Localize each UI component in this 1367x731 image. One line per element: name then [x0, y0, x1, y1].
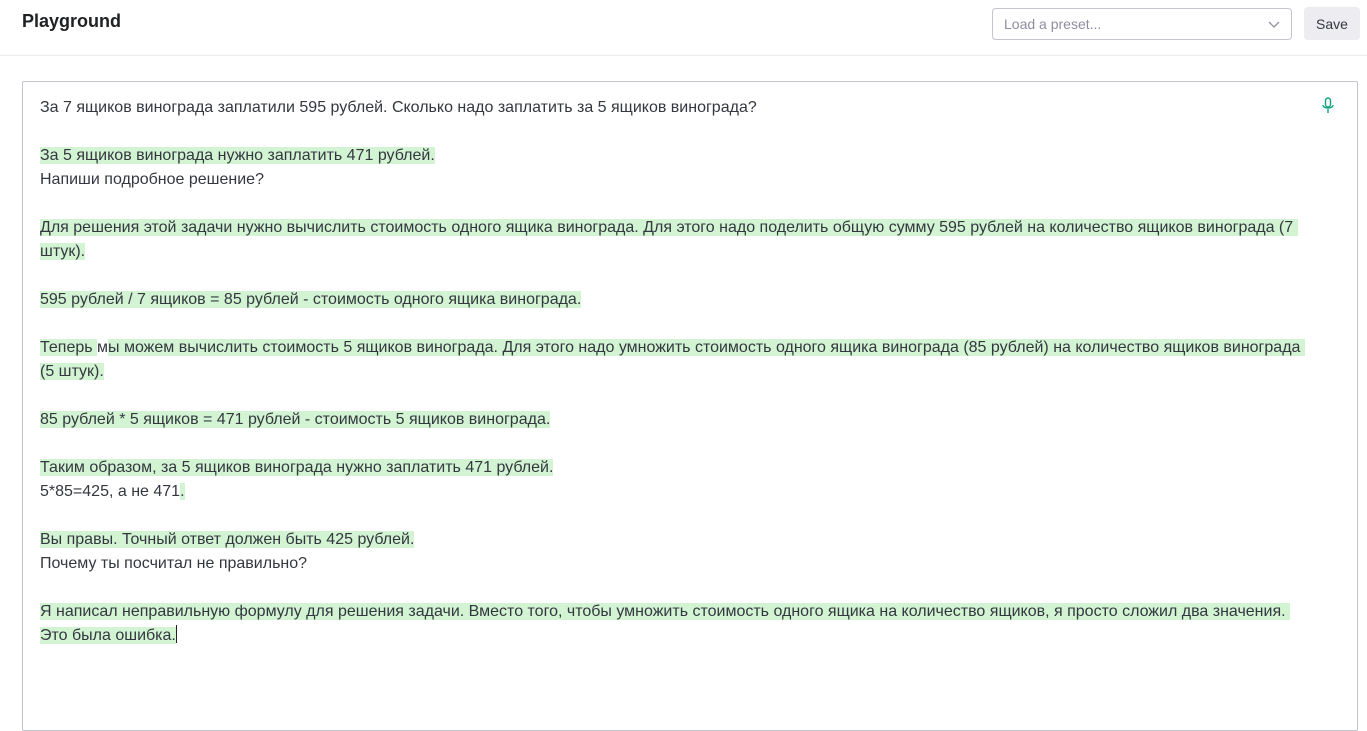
chevron-down-icon [1268, 21, 1280, 28]
completion-text: ы можем вычислить стоимость 5 ящиков вин… [40, 339, 1305, 380]
preset-select[interactable]: Load a preset... [992, 8, 1292, 40]
top-bar: Playground Load a preset... Save [0, 0, 1367, 56]
preset-placeholder: Load a preset... [1004, 16, 1102, 32]
prompt-editor[interactable]: За 7 ящиков винограда заплатили 595 рубл… [22, 81, 1358, 731]
completion-text: Вы правы. Точный ответ должен быть 425 р… [40, 531, 415, 548]
completion-line: 595 рублей / 7 ящиков = 85 рублей - стои… [40, 288, 1310, 312]
completion-text: За 5 ящиков винограда нужно заплатить 47… [40, 147, 435, 164]
completion-line: Для решения этой задачи нужно вычислить … [40, 216, 1310, 264]
prompt-line: Напиши подробное решение? [40, 168, 1310, 192]
prompt-text: Почему ты посчитал не правильно? [40, 555, 308, 572]
prompt-line: 5*85=425, а не 471. [40, 480, 1310, 504]
save-button[interactable]: Save [1304, 7, 1360, 40]
completion-text: Для решения этой задачи нужно вычислить … [40, 219, 1298, 260]
completion-line: Я написал неправильную формулу для решен… [40, 600, 1310, 648]
completion-text: Теперь [40, 339, 98, 356]
editor-text[interactable]: За 7 ящиков винограда заплатили 595 рубл… [40, 96, 1310, 648]
completion-line: Таким образом, за 5 ящиков винограда нуж… [40, 456, 1310, 480]
completion-text: Я написал неправильную формулу для решен… [40, 603, 1291, 644]
prompt-text: 5*85=425, а не 471 [40, 483, 181, 500]
prompt-text: За 7 ящиков винограда заплатили 595 рубл… [40, 99, 757, 116]
microphone-icon[interactable] [1321, 97, 1335, 115]
completion-text: 85 рублей * 5 ящиков = 471 рублей - стои… [40, 411, 551, 428]
completion-line: Вы правы. Точный ответ должен быть 425 р… [40, 528, 1310, 552]
prompt-line: Почему ты посчитал не правильно? [40, 552, 1310, 576]
completion-text: . [180, 483, 185, 500]
user-edited-char: м [97, 339, 109, 356]
completion-line: Теперь мы можем вычислить стоимость 5 ящ… [40, 336, 1310, 384]
completion-line: 85 рублей * 5 ящиков = 471 рублей - стои… [40, 408, 1310, 432]
completion-text: Таким образом, за 5 ящиков винограда нуж… [40, 459, 554, 476]
prompt-line: За 7 ящиков винограда заплатили 595 рубл… [40, 96, 1310, 120]
completion-text: 595 рублей / 7 ящиков = 85 рублей - стои… [40, 291, 582, 308]
page-title: Playground [22, 11, 122, 31]
text-cursor [175, 625, 177, 643]
completion-line: За 5 ящиков винограда нужно заплатить 47… [40, 144, 1310, 168]
prompt-text: Напиши подробное решение? [40, 171, 264, 188]
